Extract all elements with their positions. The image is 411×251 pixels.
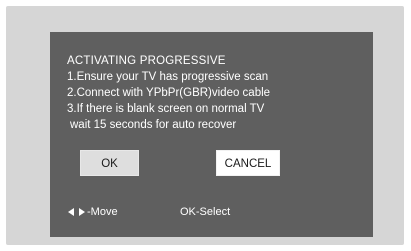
instruction-line-4: wait 15 seconds for auto recover	[70, 119, 237, 131]
arrow-left-icon	[68, 208, 74, 216]
progressive-dialog: ACTIVATING PROGRESSIVE 1.Ensure your TV …	[50, 32, 373, 237]
arrow-right-icon	[79, 208, 85, 216]
instruction-line-3: 3.If there is blank screen on normal TV	[67, 103, 265, 115]
ok-button[interactable]: OK	[80, 150, 139, 176]
instruction-line-1: 1.Ensure your TV has progressive scan	[67, 71, 269, 83]
select-hint: OK-Select	[180, 206, 231, 218]
dialog-title: ACTIVATING PROGRESSIVE	[67, 55, 226, 67]
screen-frame: ACTIVATING PROGRESSIVE 1.Ensure your TV …	[6, 6, 404, 245]
cancel-button[interactable]: CANCEL	[216, 150, 280, 176]
dialog-message: ACTIVATING PROGRESSIVE 1.Ensure your TV …	[67, 53, 367, 133]
instruction-line-2: 2.Connect with YPbPr(GBR)video cable	[67, 87, 271, 99]
move-hint-label: -Move	[87, 206, 118, 218]
move-hint: -Move	[68, 205, 118, 219]
